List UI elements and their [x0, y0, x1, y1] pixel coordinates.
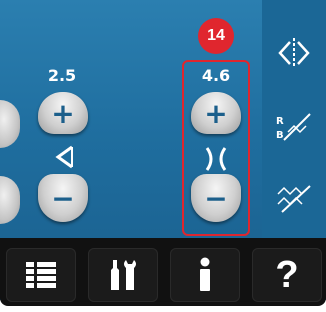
callout-badge: 14	[198, 18, 234, 54]
svg-text:B: B	[276, 130, 284, 141]
balance-icon[interactable]: R B	[274, 110, 314, 144]
info-icon	[197, 257, 213, 293]
stitch-icon[interactable]	[274, 182, 314, 216]
stitch-length-plus-button[interactable]: +	[38, 92, 88, 134]
stitch-length-value: 2.5	[47, 66, 77, 85]
arrow-left-icon	[52, 144, 76, 176]
mirror-icon[interactable]	[274, 36, 314, 70]
menu-button[interactable]	[6, 248, 76, 302]
settings-button[interactable]	[88, 248, 158, 302]
menu-icon	[24, 260, 58, 290]
svg-text:R: R	[276, 116, 284, 127]
help-button[interactable]: ?	[252, 248, 322, 302]
help-icon: ?	[275, 253, 299, 296]
info-button[interactable]	[170, 248, 240, 302]
stitch-length-minus-button[interactable]: −	[38, 174, 88, 222]
highlight-frame	[182, 60, 250, 236]
settings-icon	[108, 258, 138, 292]
sewing-machine-screen: 2.5 + − 4.6 + − 14 R B ?	[0, 0, 326, 312]
